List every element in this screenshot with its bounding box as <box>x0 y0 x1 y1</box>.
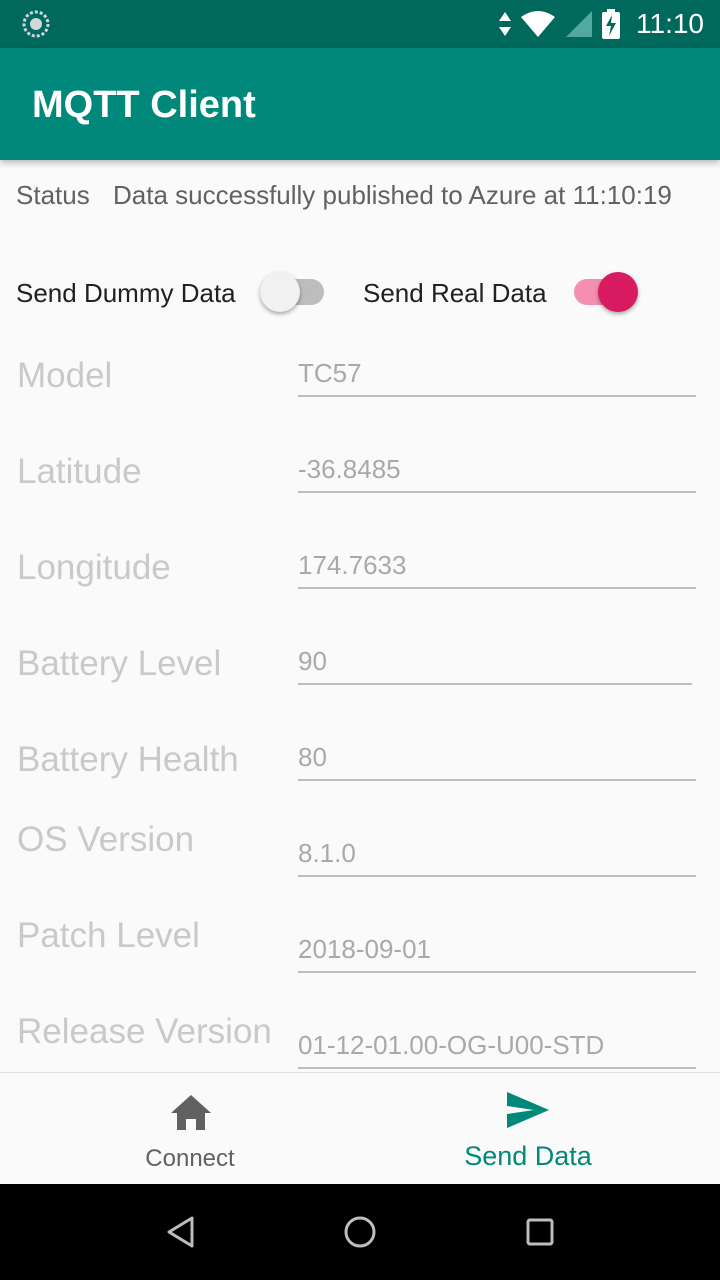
latitude-underline <box>298 491 696 493</box>
os-version-input[interactable]: 8.1.0 <box>298 838 356 869</box>
latitude-input[interactable]: -36.8485 <box>298 454 401 485</box>
nav-label-send-data: Send Data <box>464 1141 592 1171</box>
battery-charging-icon <box>602 9 620 39</box>
sync-icon <box>22 10 50 38</box>
home-icon <box>171 1095 211 1130</box>
longitude-underline <box>298 587 696 589</box>
battery-health-underline <box>298 779 696 781</box>
os-version-underline <box>298 875 696 877</box>
patch-level-underline <box>298 971 696 973</box>
switch-thumb <box>598 272 638 312</box>
status-label: Status <box>16 180 90 210</box>
battery-health-input[interactable]: 80 <box>298 742 327 773</box>
signal-icon <box>566 11 592 37</box>
release-version-underline <box>298 1067 696 1069</box>
app-title: MQTT Client <box>32 84 256 126</box>
recents-icon[interactable] <box>526 1218 554 1246</box>
release-version-label: Release Version <box>17 1012 272 1051</box>
back-icon[interactable] <box>166 1216 196 1248</box>
model-underline <box>298 395 696 397</box>
release-version-input[interactable]: 01-12-01.00-OG-U00-STD <box>298 1030 604 1061</box>
dummy-data-label: Send Dummy Data <box>16 278 236 308</box>
patch-level-label: Patch Level <box>17 916 200 955</box>
battery-health-label: Battery Health <box>17 740 239 779</box>
longitude-label: Longitude <box>17 548 171 587</box>
longitude-input[interactable]: 174.7633 <box>298 550 406 581</box>
data-arrows-icon <box>499 12 511 36</box>
os-version-label: OS Version <box>17 820 195 859</box>
status-bar: 11:10 <box>0 0 720 48</box>
real-data-label: Send Real Data <box>363 278 547 308</box>
app-bar: MQTT Client <box>0 48 720 160</box>
send-icon <box>507 1092 549 1128</box>
nav-item-connect[interactable]: Connect <box>10 1073 370 1185</box>
model-label: Model <box>17 356 113 395</box>
switch-thumb <box>260 272 300 312</box>
status-row: Status Data successfully published to Az… <box>16 180 706 212</box>
wifi-icon <box>521 11 555 37</box>
patch-level-input[interactable]: 2018-09-01 <box>298 934 431 965</box>
status-clock: 11:10 <box>636 8 704 39</box>
bottom-navigation: Connect Send Data <box>0 1072 720 1185</box>
status-message: Data successfully published to Azure at … <box>113 180 672 210</box>
nav-item-send-data[interactable]: Send Data <box>348 1073 708 1185</box>
dummy-data-switch[interactable] <box>258 270 326 314</box>
model-input[interactable]: TC57 <box>298 358 362 389</box>
battery-level-input[interactable]: 90 <box>298 646 327 677</box>
battery-level-underline <box>298 683 692 685</box>
latitude-label: Latitude <box>17 452 142 491</box>
nav-label-connect: Connect <box>145 1145 235 1172</box>
main-content: Status Data successfully published to Az… <box>0 160 720 1072</box>
home-circle-icon[interactable] <box>343 1215 377 1249</box>
toggle-row: Send Dummy Data Send Real Data <box>0 270 720 314</box>
battery-level-label: Battery Level <box>17 644 222 683</box>
system-navigation-bar <box>0 1184 720 1280</box>
real-data-switch[interactable] <box>570 270 638 314</box>
